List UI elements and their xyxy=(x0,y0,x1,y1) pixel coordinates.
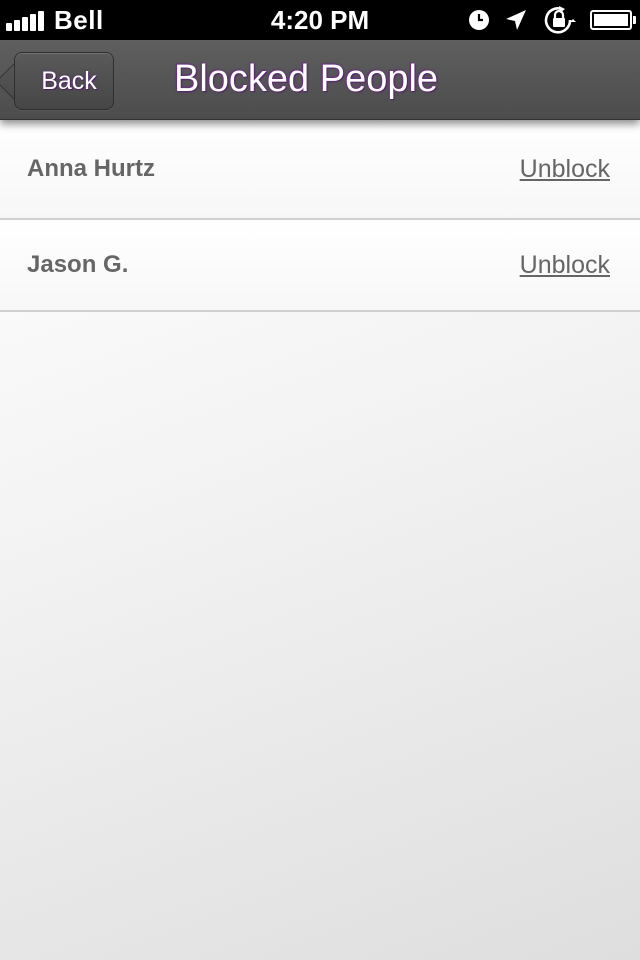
location-icon xyxy=(504,8,528,32)
unblock-link[interactable]: Unblock xyxy=(520,155,610,184)
page-title: Blocked People xyxy=(174,58,439,100)
back-button[interactable]: Back xyxy=(14,52,114,110)
person-name: Anna Hurtz xyxy=(27,155,155,182)
person-name: Jason G. xyxy=(27,251,129,278)
battery-icon xyxy=(590,10,636,30)
unblock-link[interactable]: Unblock xyxy=(520,251,610,280)
navigation-bar: Back Blocked People xyxy=(0,40,640,120)
content-area: Anna Hurtz Unblock Jason G. Unblock xyxy=(0,120,640,960)
clock-icon xyxy=(468,9,490,31)
status-bar: Bell 4:20 PM xyxy=(0,0,640,40)
rotation-lock-icon xyxy=(542,5,576,35)
list-item: Jason G. Unblock xyxy=(0,220,640,312)
status-right xyxy=(454,0,636,40)
list-item: Anna Hurtz Unblock xyxy=(0,120,640,220)
blocked-people-list: Anna Hurtz Unblock Jason G. Unblock xyxy=(0,120,640,312)
back-button-label: Back xyxy=(41,66,97,95)
